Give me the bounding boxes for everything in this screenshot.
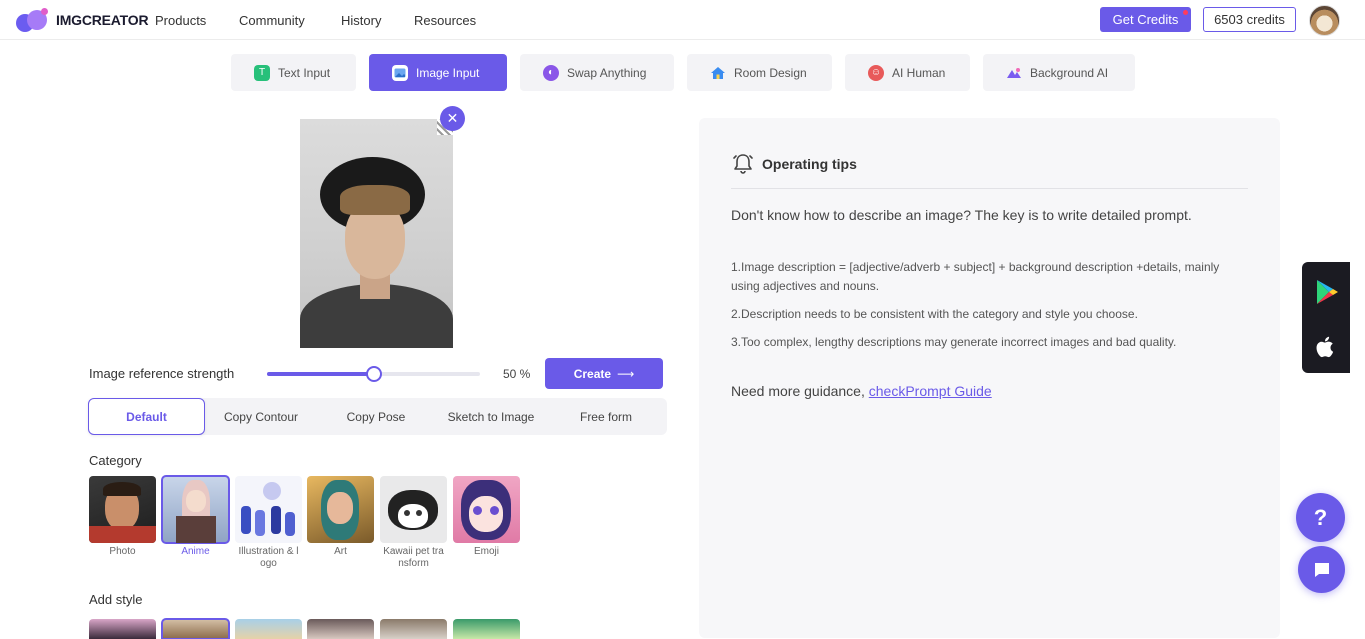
category-name: Kawaii pet tra nsform: [383, 546, 444, 569]
bell-icon: [733, 154, 753, 174]
tab-label: Swap Anything: [567, 65, 647, 80]
tips-more-text: Need more guidance,: [731, 383, 869, 399]
strength-label: Image reference strength: [89, 366, 235, 381]
category-name: Art: [334, 546, 347, 557]
tab-swap-anything[interactable]: ◐ Swap Anything: [520, 54, 674, 91]
tab-label: Room Design: [734, 65, 807, 80]
category-art[interactable]: Art: [307, 476, 374, 558]
user-avatar[interactable]: [1309, 5, 1340, 36]
tip-item: 2.Description needs to be consistent wit…: [731, 307, 1138, 321]
tips-lead: Don't know how to describe an image? The…: [731, 207, 1192, 223]
strength-slider[interactable]: [267, 366, 480, 382]
nav-products[interactable]: Products: [155, 13, 206, 28]
category-anime[interactable]: Anime: [161, 475, 230, 558]
style-option[interactable]: [235, 619, 302, 639]
app-store-panel: [1302, 262, 1350, 373]
nav-community[interactable]: Community: [239, 13, 305, 28]
logo-icon: [16, 8, 50, 32]
style-option[interactable]: [380, 619, 447, 639]
mode-default[interactable]: Default: [88, 398, 205, 435]
help-button[interactable]: ?: [1296, 493, 1345, 542]
style-option[interactable]: [453, 619, 520, 639]
tips-more: Need more guidance, checkPrompt Guide: [731, 383, 992, 399]
top-header: IMGCREATOR Products Community History Re…: [0, 0, 1365, 40]
category-emoji[interactable]: Emoji: [453, 476, 520, 558]
mode-sketch-to-image[interactable]: Sketch to Image: [435, 398, 547, 435]
tab-room-design[interactable]: Room Design: [687, 54, 832, 91]
create-label: Create: [573, 366, 612, 381]
credits-balance[interactable]: 6503 credits: [1203, 7, 1296, 32]
mode-selector: Default Copy Contour Copy Pose Sketch to…: [88, 398, 667, 435]
house-icon: [710, 65, 726, 81]
chat-button[interactable]: [1298, 546, 1345, 593]
category-thumbnail: [453, 476, 520, 543]
style-option[interactable]: [89, 619, 156, 639]
get-credits-label: Get Credits: [1112, 12, 1179, 27]
category-thumbnail: [89, 476, 156, 543]
slider-fill: [267, 372, 374, 376]
uploaded-image: [300, 119, 453, 348]
swap-icon: ◐: [543, 64, 559, 81]
tab-image-input[interactable]: Image Input: [369, 54, 507, 91]
category-name: Illustration & l ogo: [238, 546, 299, 569]
divider: [731, 188, 1248, 189]
mode-copy-contour[interactable]: Copy Contour: [205, 398, 317, 435]
chat-icon: [1314, 562, 1329, 577]
tab-background-ai[interactable]: Background AI: [983, 54, 1135, 91]
category-label: Category: [89, 453, 142, 468]
tip-item: 3.Too complex, lengthy descriptions may …: [731, 335, 1177, 349]
category-name: Photo: [109, 546, 136, 557]
category-thumbnail: [235, 476, 302, 543]
category-thumbnail: [161, 475, 230, 544]
nav-history[interactable]: History: [341, 13, 381, 28]
get-credits-button[interactable]: Get Credits: [1100, 7, 1191, 32]
question-icon: ?: [1313, 504, 1328, 530]
tab-label: Background AI: [1030, 65, 1109, 80]
notification-dot: [1183, 10, 1188, 15]
prompt-guide-link[interactable]: checkPrompt Guide: [869, 383, 992, 399]
style-option[interactable]: [307, 619, 374, 639]
tab-label: Image Input: [416, 65, 480, 80]
mode-copy-pose[interactable]: Copy Pose: [317, 398, 435, 435]
operating-tips-panel: Operating tips Don't know how to describ…: [699, 118, 1280, 638]
category-illustration[interactable]: Illustration & l ogo: [235, 476, 302, 570]
apple-icon[interactable]: [1314, 334, 1338, 360]
google-play-icon[interactable]: [1315, 279, 1339, 305]
human-icon: ☺: [868, 64, 884, 81]
background-icon: [1006, 65, 1022, 81]
logo[interactable]: IMGCREATOR: [16, 8, 149, 32]
add-style-label: Add style: [89, 592, 143, 607]
style-option[interactable]: [161, 618, 230, 639]
category-name: Anime: [181, 546, 210, 557]
nav-resources[interactable]: Resources: [414, 13, 476, 28]
slider-thumb[interactable]: [365, 366, 382, 382]
tip-item: 1.Image description = [adjective/adverb …: [731, 260, 1220, 293]
remove-image-button[interactable]: ✕: [440, 106, 465, 131]
image-icon: [392, 64, 408, 81]
tab-label: Text Input: [278, 65, 331, 80]
strength-value: 50 %: [503, 367, 531, 381]
tab-label: AI Human: [892, 65, 946, 80]
tab-text-input[interactable]: T Text Input: [231, 54, 356, 91]
credits-label: 6503 credits: [1214, 12, 1285, 27]
create-button[interactable]: Create ⟶: [545, 358, 663, 389]
category-thumbnail: [380, 476, 447, 543]
category-kawaii-pet[interactable]: Kawaii pet tra nsform: [380, 476, 447, 570]
brand-name: IMGCREATOR: [56, 12, 149, 28]
category-photo[interactable]: Photo: [89, 476, 156, 558]
close-icon: ✕: [446, 110, 459, 126]
arrow-right-icon: ⟶: [617, 366, 635, 381]
tab-ai-human[interactable]: ☺ AI Human: [845, 54, 970, 91]
category-name: Emoji: [473, 546, 499, 557]
tips-title: Operating tips: [762, 156, 857, 172]
text-icon: T: [254, 64, 270, 81]
category-thumbnail: [307, 476, 374, 543]
mode-free-form[interactable]: Free form: [547, 398, 665, 435]
